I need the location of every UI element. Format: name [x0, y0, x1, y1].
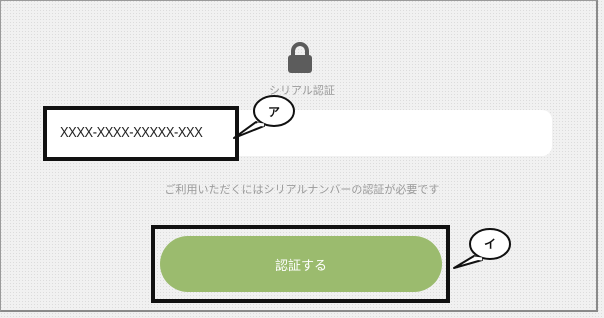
- callout-i-label: イ: [483, 237, 496, 251]
- hint-text: ご利用いただくにはシリアルナンバーの認証が必要です: [164, 183, 440, 196]
- submit-button[interactable]: 認証する: [160, 236, 442, 292]
- callout-a-label: ア: [267, 105, 280, 119]
- lock-icon: [288, 42, 312, 73]
- serial-input-value[interactable]: XXXX-XXXX-XXXXX-XXX: [60, 124, 203, 141]
